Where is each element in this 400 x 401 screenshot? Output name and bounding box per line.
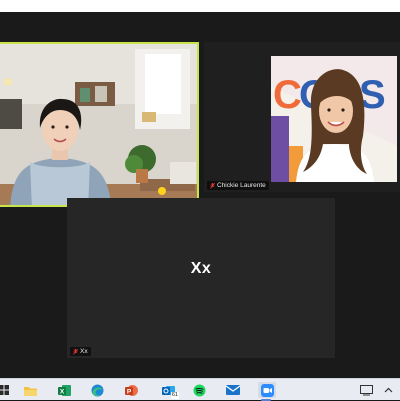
display-icon <box>359 384 373 395</box>
chickie-video-feed: C O S <box>271 56 397 182</box>
edge-icon <box>91 384 103 396</box>
window-top-strip <box>0 0 400 12</box>
folder-icon <box>23 386 37 396</box>
start-button[interactable] <box>0 382 12 398</box>
svg-text:P: P <box>126 388 131 395</box>
taskbar-app-mail[interactable] <box>225 382 241 398</box>
mail-icon <box>226 385 240 395</box>
taskbar-app-edge[interactable] <box>89 382 105 398</box>
taskbar-app-excel[interactable]: X <box>56 382 72 398</box>
svg-text:X: X <box>59 388 64 395</box>
spotify-icon <box>193 384 205 396</box>
mic-muted-icon <box>73 348 78 355</box>
taskbar-app-file-explorer[interactable] <box>22 382 38 398</box>
participant-name: Xx <box>80 348 88 355</box>
mic-muted-icon <box>210 182 215 189</box>
taskbar-app-powerpoint[interactable]: P <box>123 382 139 398</box>
taskbar-app-outlook[interactable]: 61 <box>160 382 179 399</box>
participant-name-tag: Chickie Laurente <box>207 181 269 190</box>
powerpoint-icon: P <box>124 384 138 396</box>
participant-name: Chickie Laurente <box>217 182 266 189</box>
video-tile-active-speaker[interactable] <box>0 42 199 207</box>
chevron-up-icon <box>384 387 392 393</box>
zoom-meeting-gallery: C O S Chickie Laurente Xx <box>0 12 400 378</box>
participant-name-tag: Xx <box>70 347 91 356</box>
video-tile-xx[interactable]: Xx Xx <box>67 198 335 358</box>
taskbar-system-tray-display[interactable] <box>358 382 374 398</box>
participant-display-name-large: Xx <box>190 260 212 277</box>
unread-count-badge: 61 <box>170 392 179 399</box>
video-tile-chickie-laurente[interactable]: C O S Chickie Laurente <box>204 42 400 192</box>
zoom-icon <box>260 383 274 397</box>
taskbar-app-zoom[interactable] <box>258 382 276 401</box>
taskbar-show-hidden-icons[interactable] <box>380 382 396 398</box>
speaker-video-feed <box>0 44 197 205</box>
excel-icon: X <box>57 384 71 396</box>
start-icon <box>0 385 9 395</box>
windows-taskbar: X P 61 <box>0 378 400 401</box>
taskbar-app-spotify[interactable] <box>191 382 207 398</box>
svg-text:C: C <box>273 73 302 117</box>
